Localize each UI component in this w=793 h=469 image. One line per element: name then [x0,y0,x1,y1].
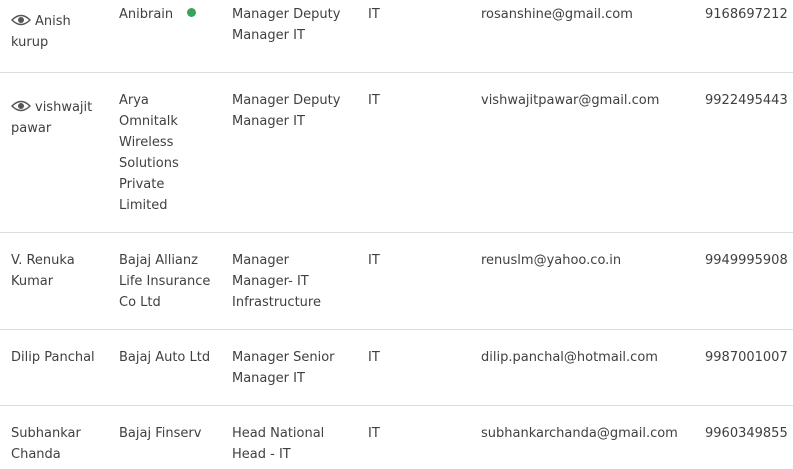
email-cell: renuslm@yahoo.co.in [481,253,622,268]
contact-name-cell: Anish kurup [11,11,111,53]
contact-name[interactable]: Subhankar [11,426,81,441]
contact-name[interactable]: kurup [11,35,48,50]
company-cell: Bajaj Auto Ltd [119,347,224,368]
company-line: Life Insurance [119,274,211,289]
email-cell: subhankarchanda@gmail.com [481,426,678,441]
company-line: Co Ltd [119,295,161,310]
company-line: Wireless [119,135,174,150]
designation-line: Manager Senior [232,350,335,365]
company-line: Limited [119,198,168,213]
department-cell: IT [368,7,380,22]
company-line: Arya [119,93,149,108]
contact-name[interactable]: Chanda [11,447,61,462]
table-row: Anish kurup Anibrain Manager Deputy Mana… [0,0,793,73]
designation-line: Head - IT [232,447,291,462]
department-cell: IT [368,426,380,441]
designation-cell: Manager Manager- IT Infrastructure [232,250,362,313]
contact-name[interactable]: V. Renuka [11,253,75,268]
designation-line: Manager- IT [232,274,309,289]
table-row: Subhankar Chanda Bajaj Finserv Head Nati… [0,406,793,469]
designation-cell: Head National Head - IT [232,423,362,465]
company-cell: Arya Omnitalk Wireless Solutions Private… [119,90,224,216]
contact-name-cell: V. Renuka Kumar [11,250,111,292]
phone-cell: 9949995908 [705,253,788,268]
designation-line: Infrastructure [232,295,321,310]
company-line: Bajaj Auto Ltd [119,350,211,365]
contact-name[interactable]: vishwajit [35,100,92,115]
table-row: vishwajit pawar Arya Omnitalk Wireless S… [0,73,793,233]
designation-cell: Manager Deputy Manager IT [232,4,362,46]
designation-cell: Manager Senior Manager IT [232,347,362,389]
contacts-table: Anish kurup Anibrain Manager Deputy Mana… [0,0,793,469]
company-line: Solutions [119,156,179,171]
email-cell: vishwajitpawar@gmail.com [481,93,660,108]
eye-icon[interactable] [11,14,31,26]
company-line: Bajaj Finserv [119,426,202,441]
designation-line: Head National [232,426,325,441]
company-cell: Anibrain [119,4,224,25]
designation-line: Manager IT [232,371,305,386]
table-row: Dilip Panchal Bajaj Auto Ltd Manager Sen… [0,330,793,406]
contact-name[interactable]: Kumar [11,274,53,289]
contact-name[interactable]: Dilip Panchal [11,350,95,365]
designation-line: Manager IT [232,114,305,129]
table-row: V. Renuka Kumar Bajaj Allianz Life Insur… [0,233,793,330]
phone-cell: 9960349855 [705,426,788,441]
phone-cell: 9168697212 [705,7,788,22]
email-cell: dilip.panchal@hotmail.com [481,350,658,365]
contact-name-cell: Dilip Panchal [11,347,111,368]
phone-cell: 9987001007 [705,350,788,365]
company-line: Private [119,177,165,192]
contact-name-cell: Subhankar Chanda [11,423,111,465]
department-cell: IT [368,93,380,108]
company-cell: Bajaj Allianz Life Insurance Co Ltd [119,250,224,313]
designation-line: Manager [232,253,289,268]
company-line: Anibrain [119,7,174,22]
department-cell: IT [368,350,380,365]
designation-line: Manager Deputy [232,93,341,108]
eye-icon[interactable] [11,100,31,112]
designation-line: Manager Deputy [232,7,341,22]
company-cell: Bajaj Finserv [119,423,224,444]
contact-name[interactable]: Anish [35,14,71,29]
email-cell: rosanshine@gmail.com [481,7,633,22]
contact-name-cell: vishwajit pawar [11,97,111,139]
designation-cell: Manager Deputy Manager IT [232,90,362,132]
company-line: Bajaj Allianz [119,253,198,268]
phone-cell: 9922495443 [705,93,788,108]
contact-name[interactable]: pawar [11,121,51,136]
online-status-dot [187,8,197,17]
company-line: Omnitalk [119,114,178,129]
department-cell: IT [368,253,380,268]
designation-line: Manager IT [232,28,305,43]
